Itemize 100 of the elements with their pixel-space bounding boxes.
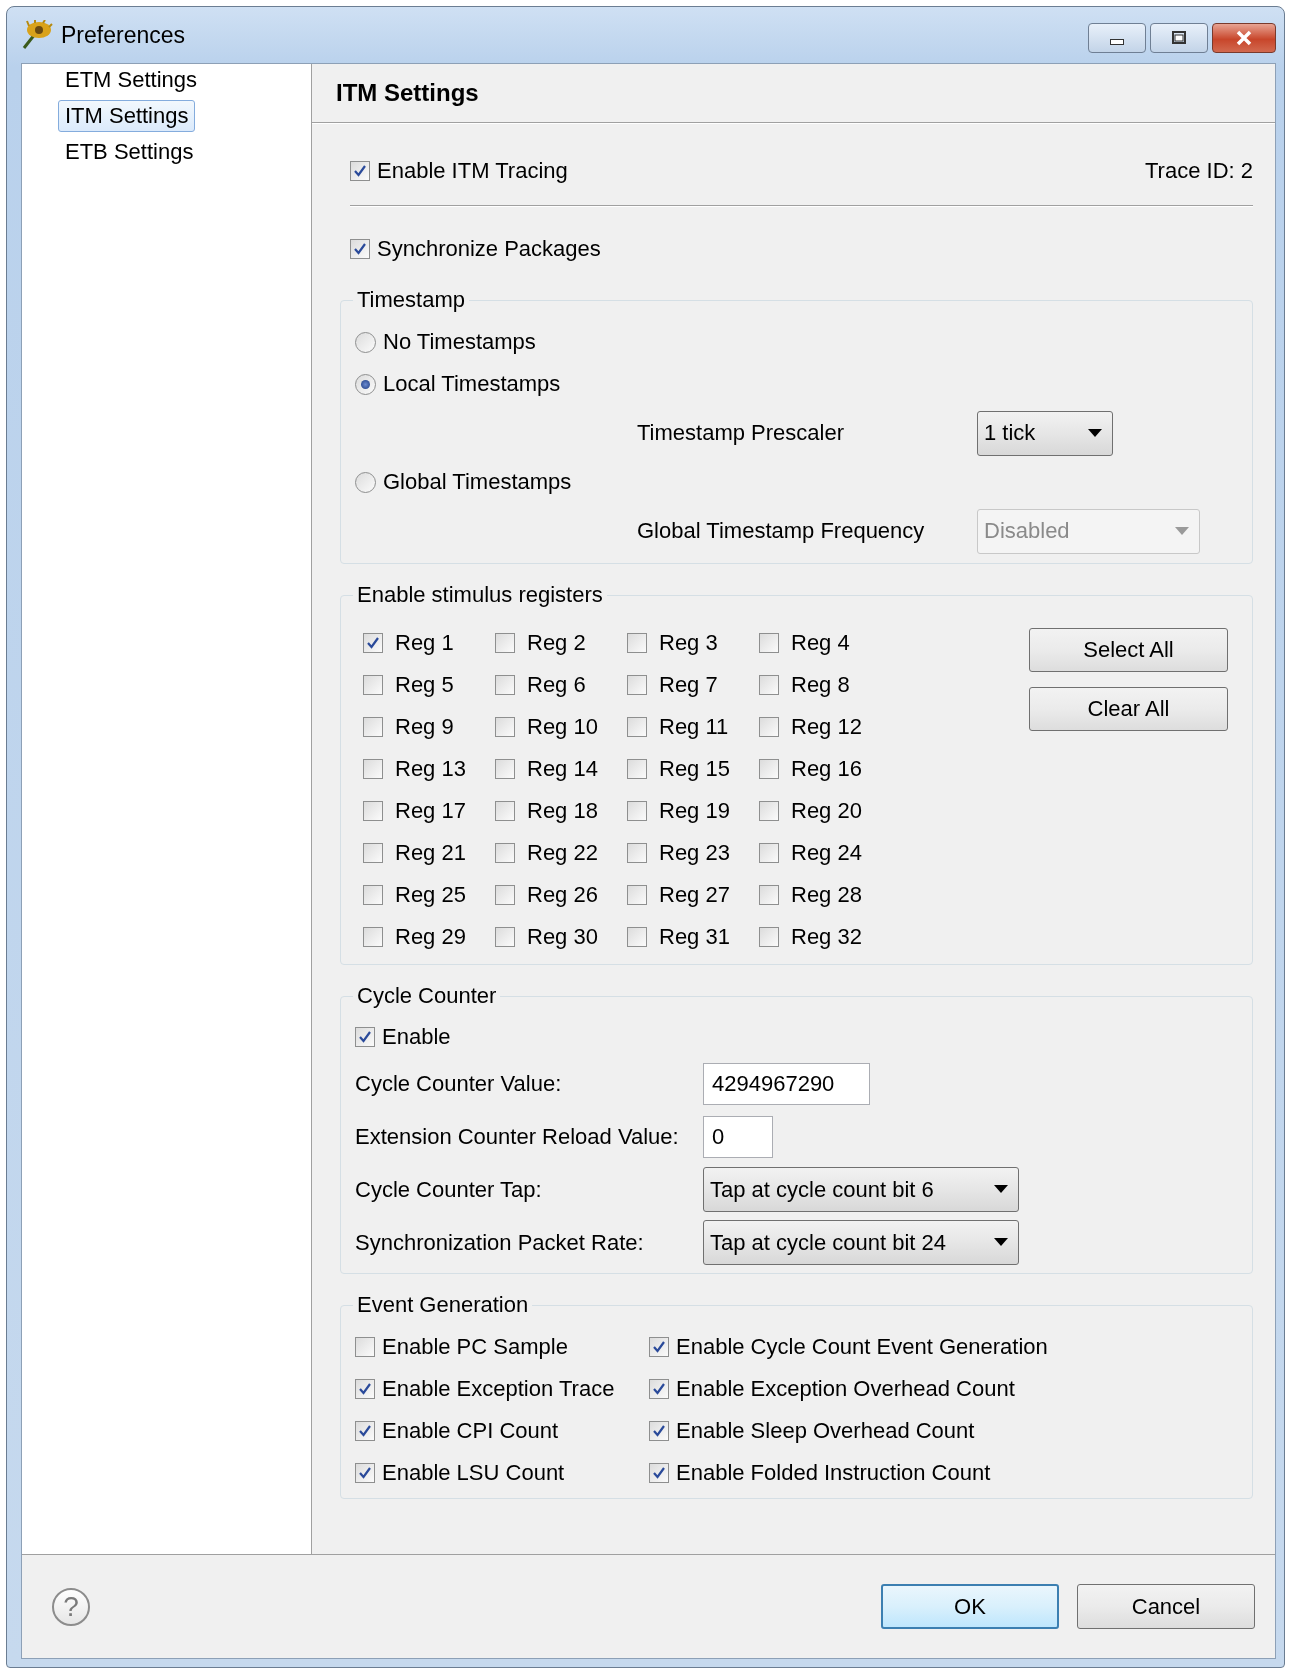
checkbox[interactable] (759, 885, 779, 905)
checkbox-label[interactable]: Enable Cycle Count Event Generation (676, 1334, 1048, 1360)
checkbox-label[interactable]: Enable Exception Overhead Count (676, 1376, 1015, 1402)
text-field[interactable]: 0 (703, 1115, 773, 1158)
sidebar-item[interactable]: ETM Settings (58, 64, 205, 96)
checkbox[interactable] (363, 927, 383, 947)
help-icon[interactable]: ? (52, 1587, 90, 1626)
checkbox-label[interactable]: Reg 22 (527, 840, 598, 866)
checkbox-label[interactable]: Enable PC Sample (382, 1334, 568, 1360)
checkbox[interactable] (363, 885, 383, 905)
checkbox-label[interactable]: Reg 12 (791, 714, 862, 740)
minimize-button[interactable] (1088, 23, 1146, 53)
checkbox[interactable] (627, 759, 647, 779)
checkbox[interactable] (495, 885, 515, 905)
checkbox-label[interactable]: Reg 1 (395, 630, 454, 656)
checkbox-label[interactable]: Reg 25 (395, 882, 466, 908)
checkbox-label[interactable]: Enable (382, 1024, 451, 1050)
checkbox[interactable] (495, 801, 515, 821)
checkbox-label[interactable]: Reg 3 (659, 630, 718, 656)
checkbox[interactable] (759, 927, 779, 947)
checkbox[interactable] (355, 1421, 375, 1441)
radio-button[interactable] (355, 471, 376, 493)
checkbox-label[interactable]: Reg 23 (659, 840, 730, 866)
checkbox-label[interactable]: Reg 28 (791, 882, 862, 908)
radio-label[interactable]: No Timestamps (383, 329, 536, 355)
text-field[interactable]: 4294967290 (703, 1062, 870, 1105)
checkbox[interactable] (627, 885, 647, 905)
maximize-button[interactable] (1150, 23, 1208, 53)
checkbox-label[interactable]: Reg 13 (395, 756, 466, 782)
checkbox-label[interactable]: Reg 4 (791, 630, 850, 656)
checkbox[interactable] (759, 675, 779, 695)
checkbox-label[interactable]: Enable LSU Count (382, 1460, 565, 1486)
dropdown[interactable]: Tap at cycle count bit 24 (703, 1220, 1019, 1265)
checkbox-label[interactable]: Reg 19 (659, 798, 730, 824)
checkbox-label[interactable]: Reg 18 (527, 798, 598, 824)
checkbox[interactable] (355, 1027, 375, 1047)
checkbox[interactable] (350, 239, 370, 259)
checkbox[interactable] (759, 759, 779, 779)
checkbox-label[interactable]: Reg 29 (395, 924, 466, 950)
button[interactable]: Cancel (1077, 1584, 1255, 1629)
checkbox[interactable] (627, 675, 647, 695)
checkbox-label[interactable]: Reg 10 (527, 714, 598, 740)
sidebar-item[interactable]: ITM Settings (58, 100, 196, 132)
checkbox[interactable] (627, 843, 647, 863)
checkbox[interactable] (649, 1463, 669, 1483)
checkbox[interactable] (759, 801, 779, 821)
checkbox-label[interactable]: Reg 21 (395, 840, 466, 866)
checkbox[interactable] (495, 633, 515, 653)
checkbox-label[interactable]: Reg 27 (659, 882, 730, 908)
checkbox-label[interactable]: Reg 16 (791, 756, 862, 782)
checkbox[interactable] (649, 1421, 669, 1441)
checkbox-label[interactable]: Reg 9 (395, 714, 454, 740)
checkbox-label[interactable]: Reg 20 (791, 798, 862, 824)
checkbox-label[interactable]: Enable Exception Trace (382, 1376, 615, 1402)
checkbox[interactable] (759, 717, 779, 737)
checkbox-label[interactable]: Reg 14 (527, 756, 598, 782)
checkbox-label[interactable]: Synchronize Packages (377, 236, 601, 262)
checkbox-label[interactable]: Reg 11 (659, 714, 729, 740)
checkbox-label[interactable]: Reg 31 (659, 924, 730, 950)
checkbox[interactable] (495, 759, 515, 779)
checkbox-label[interactable]: Enable CPI Count (382, 1418, 559, 1444)
checkbox-label[interactable]: Enable Folded Instruction Count (676, 1460, 991, 1486)
checkbox-label[interactable]: Reg 30 (527, 924, 598, 950)
checkbox[interactable] (759, 843, 779, 863)
checkbox[interactable] (627, 633, 647, 653)
checkbox-label[interactable]: Reg 15 (659, 756, 730, 782)
checkbox-label[interactable]: Reg 2 (527, 630, 586, 656)
checkbox[interactable] (355, 1463, 375, 1483)
checkbox[interactable] (495, 717, 515, 737)
checkbox[interactable] (495, 675, 515, 695)
checkbox-label[interactable]: Reg 32 (791, 924, 862, 950)
checkbox[interactable] (363, 633, 383, 653)
checkbox-label[interactable]: Reg 7 (659, 672, 718, 698)
radio-label[interactable]: Global Timestamps (383, 469, 572, 495)
checkbox[interactable] (627, 927, 647, 947)
checkbox-label[interactable]: Reg 24 (791, 840, 862, 866)
dropdown[interactable]: 1 tick (977, 410, 1113, 456)
checkbox[interactable] (759, 633, 779, 653)
checkbox[interactable] (627, 801, 647, 821)
checkbox[interactable] (649, 1337, 669, 1357)
checkbox[interactable] (350, 161, 370, 181)
checkbox[interactable] (495, 927, 515, 947)
checkbox-label[interactable]: Enable ITM Tracing (377, 158, 568, 184)
checkbox[interactable] (363, 843, 383, 863)
button[interactable]: OK (881, 1584, 1059, 1629)
button[interactable]: Select All (1029, 628, 1228, 672)
checkbox[interactable] (363, 717, 383, 737)
checkbox-label[interactable]: Reg 5 (395, 672, 454, 698)
checkbox-label[interactable]: Reg 8 (791, 672, 850, 698)
checkbox[interactable] (355, 1337, 375, 1357)
checkbox[interactable] (355, 1379, 375, 1399)
checkbox[interactable] (649, 1379, 669, 1399)
sidebar-item[interactable]: ETB Settings (58, 136, 201, 168)
radio-button[interactable] (355, 373, 376, 395)
checkbox-label[interactable]: Reg 6 (527, 672, 586, 698)
checkbox-label[interactable]: Reg 17 (395, 798, 466, 824)
checkbox[interactable] (495, 843, 515, 863)
checkbox[interactable] (627, 717, 647, 737)
checkbox[interactable] (363, 801, 383, 821)
radio-label[interactable]: Local Timestamps (383, 371, 561, 397)
